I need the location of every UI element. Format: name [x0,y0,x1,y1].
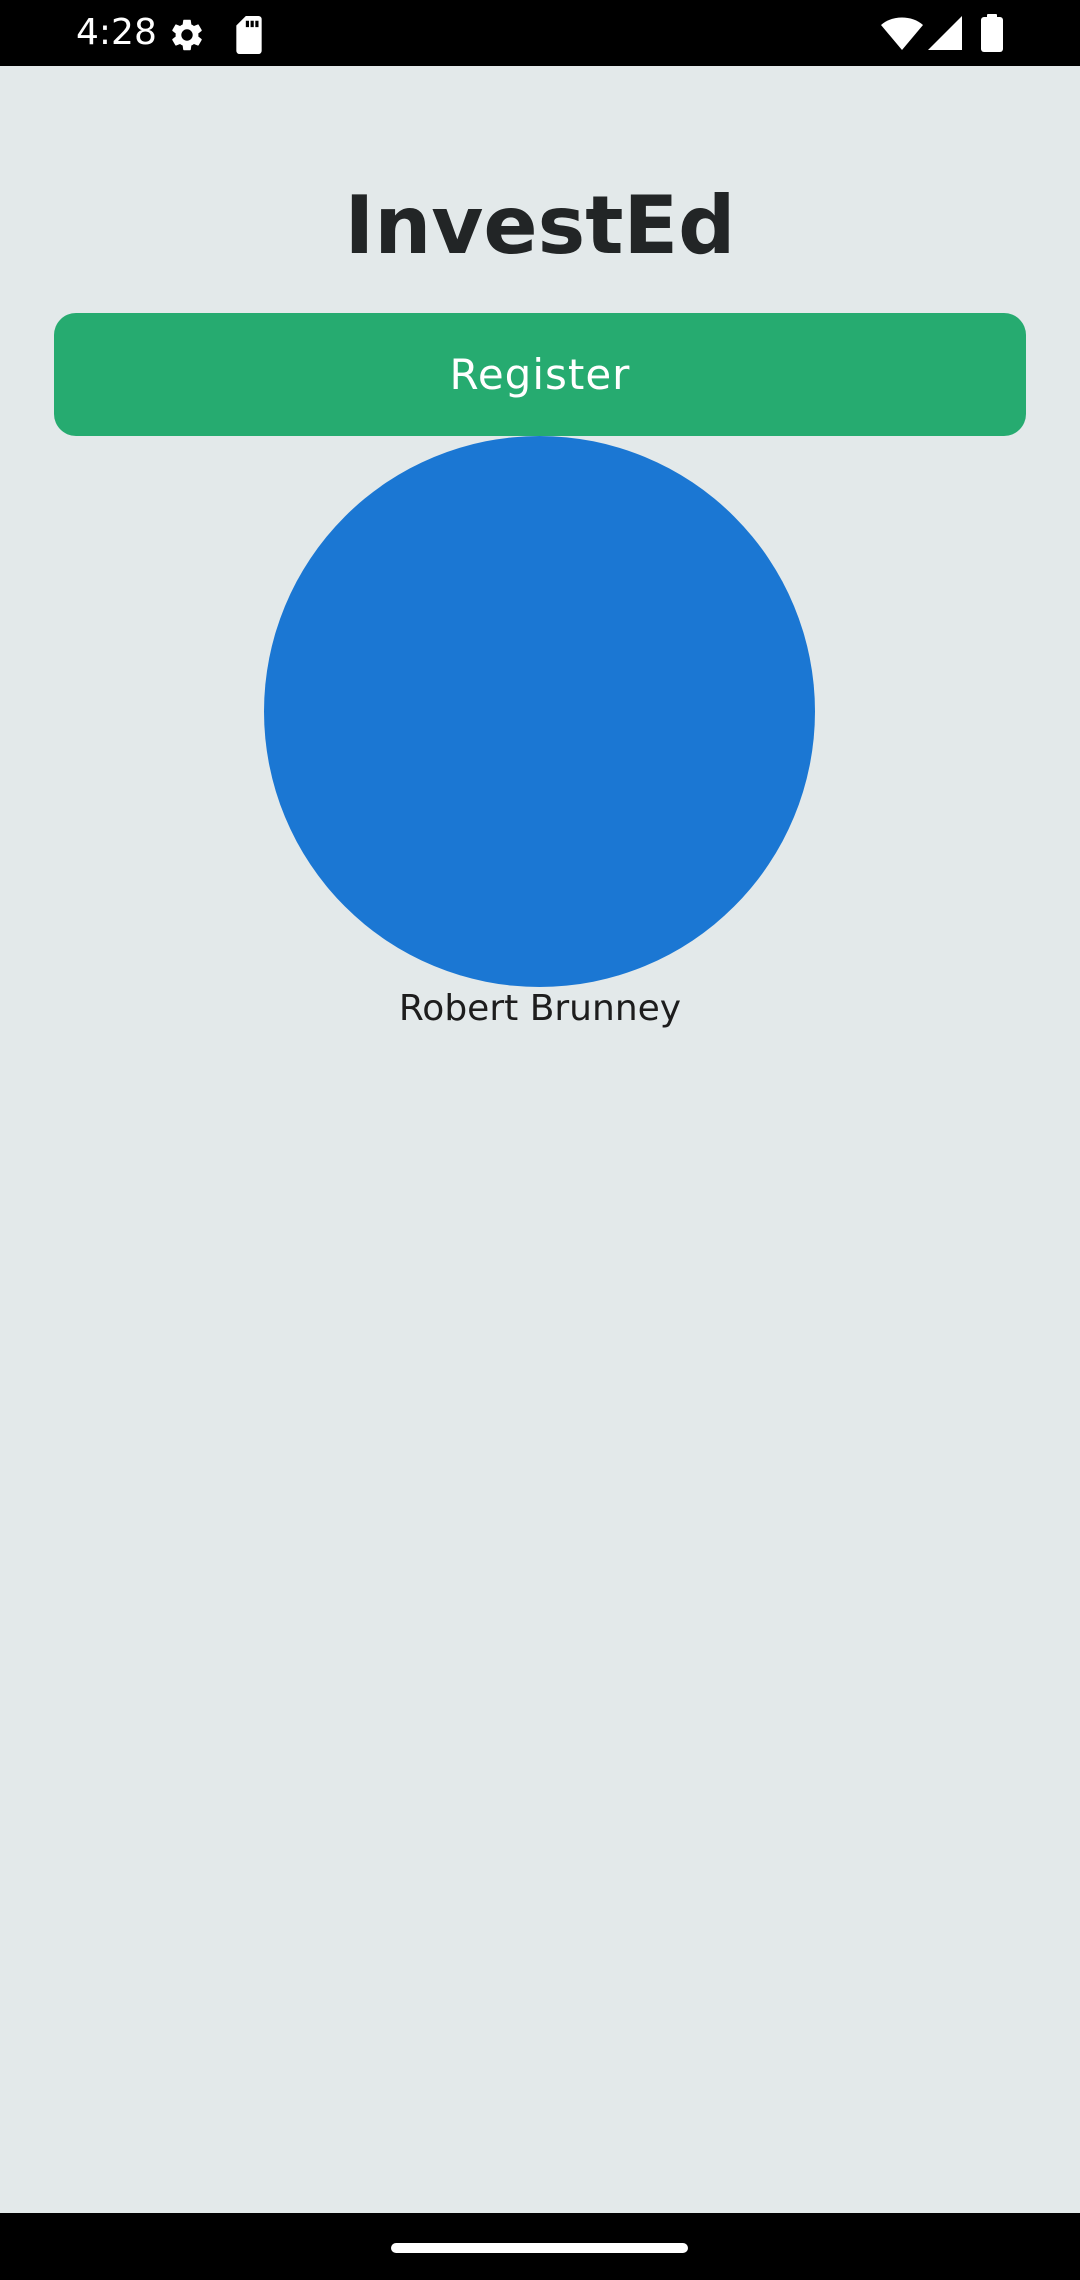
app-title: InvestEd [344,179,736,272]
settings-icon [172,19,202,51]
sd-card-icon [236,16,262,54]
home-handle[interactable] [391,2243,688,2253]
profile-name: Robert Brunney [398,988,682,1029]
battery-icon [981,14,1003,52]
wifi-icon [881,17,923,50]
avatar[interactable] [264,436,815,987]
register-button[interactable]: Register [54,313,1026,436]
status-bar: 4:28 [0,0,1080,66]
signal-icon [928,16,962,50]
navigation-bar [0,2213,1080,2280]
status-time: 4:28 [76,12,157,53]
